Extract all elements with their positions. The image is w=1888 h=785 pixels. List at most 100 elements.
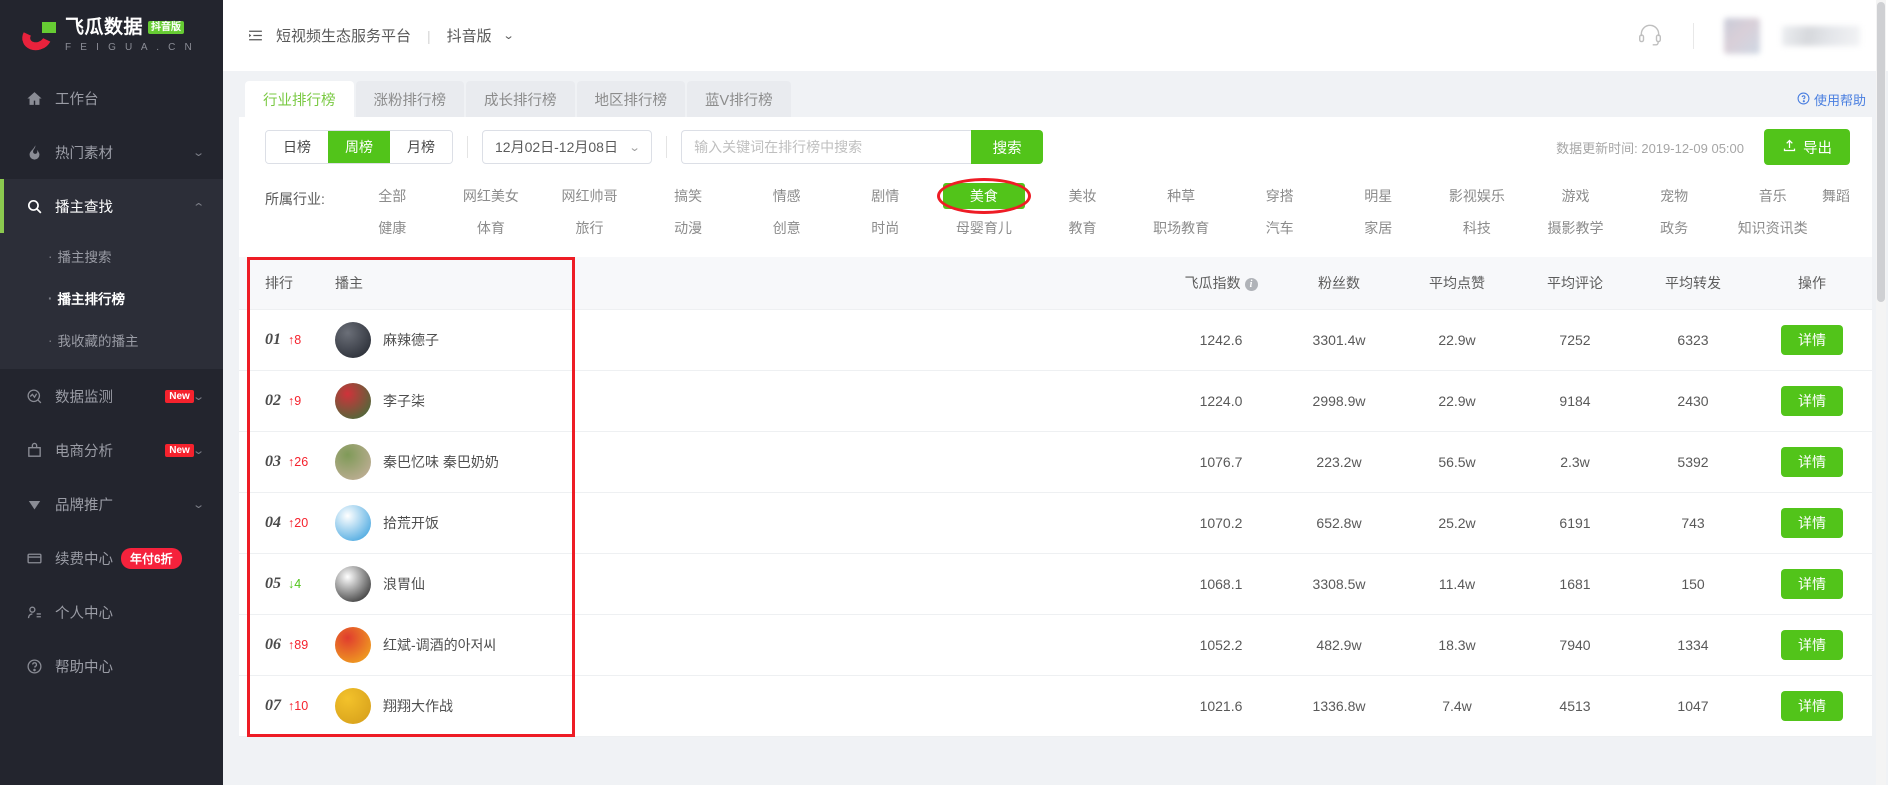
category-game[interactable]: 游戏 — [1526, 181, 1625, 211]
host-avatar[interactable] — [335, 382, 371, 419]
category-food[interactable]: 美食 — [936, 178, 1032, 214]
detail-button[interactable]: 详情 — [1781, 629, 1843, 660]
sidebar-item-host-search[interactable]: 播主查找 ⌄ — [0, 179, 223, 233]
col-header-avg-share[interactable]: 平均转发 — [1634, 257, 1752, 309]
category-parenting[interactable]: 母婴育儿 — [935, 213, 1034, 243]
cell-host[interactable]: 翔翔大作战 — [335, 675, 555, 737]
table-row[interactable]: 02 ↑9 李子柒 1224.0 2998.9w 22.9w 9184 2430 … — [239, 370, 1872, 432]
host-avatar[interactable] — [335, 504, 371, 541]
table-row[interactable]: 05 ↓4 浪胃仙 1068.1 3308.5w 11.4w 1681 150 详… — [239, 553, 1872, 615]
detail-button[interactable]: 详情 — [1781, 385, 1843, 416]
category-government[interactable]: 政务 — [1625, 213, 1724, 243]
category-celebrity[interactable]: 明星 — [1329, 181, 1428, 211]
headset-icon[interactable] — [1637, 21, 1663, 50]
sidebar-item-personal-center[interactable]: 个人中心 — [0, 585, 223, 639]
sidebar-item-host-ranking[interactable]: · 播主排行榜 — [0, 277, 223, 319]
tab-industry-ranking[interactable]: 行业排行榜 — [245, 81, 354, 117]
sidebar-item-host-lookup[interactable]: · 播主搜索 — [0, 235, 223, 277]
host-avatar[interactable] — [335, 321, 371, 358]
host-avatar[interactable] — [335, 565, 371, 602]
category-technology[interactable]: 科技 — [1428, 213, 1527, 243]
export-button[interactable]: 导出 — [1764, 129, 1850, 165]
host-avatar[interactable] — [335, 626, 371, 663]
table-row[interactable]: 04 ↑20 拾荒开饭 1070.2 652.8w 25.2w 6191 743 … — [239, 492, 1872, 554]
table-row[interactable]: 06 ↑89 红斌-调酒的아저씨 1052.2 482.9w 18.3w 7940… — [239, 614, 1872, 676]
host-name[interactable]: 秦巴忆味 秦巴奶奶 — [383, 452, 499, 472]
detail-button[interactable]: 详情 — [1781, 324, 1843, 355]
category-fashion[interactable]: 时尚 — [836, 213, 935, 243]
help-link[interactable]: 使用帮助 — [1797, 90, 1866, 109]
category-home[interactable]: 家居 — [1329, 213, 1428, 243]
detail-button[interactable]: 详情 — [1781, 446, 1843, 477]
category-anime[interactable]: 动漫 — [639, 213, 738, 243]
tab-fans-growth-ranking[interactable]: 涨粉排行榜 — [355, 81, 464, 117]
cell-host[interactable]: 红斌-调酒的아저씨 — [335, 614, 555, 676]
sidebar-item-help-center[interactable]: 帮助中心 — [0, 639, 223, 693]
col-header-host[interactable]: 播主 — [335, 257, 555, 309]
brand-logo[interactable]: 飞瓜数据 抖音版 F E I G U A . C N — [0, 0, 223, 71]
category-wanghong-beauty[interactable]: 网红美女 — [442, 181, 541, 211]
col-header-avg-like[interactable]: 平均点赞 — [1398, 257, 1516, 309]
category-education[interactable]: 教育 — [1033, 213, 1132, 243]
sidebar-item-data-monitor[interactable]: 数据监测 New ⌄ — [0, 369, 223, 423]
cell-host[interactable]: 浪胃仙 — [335, 553, 555, 615]
avatar[interactable] — [1724, 17, 1760, 54]
category-dance[interactable]: 舞蹈 — [1822, 181, 1850, 211]
scrollbar-thumb[interactable] — [1877, 2, 1885, 302]
category-emotion[interactable]: 情感 — [737, 181, 836, 211]
category-seeding[interactable]: 种草 — [1132, 181, 1231, 211]
table-row[interactable]: 03 ↑26 秦巴忆味 秦巴奶奶 1076.7 223.2w 56.5w 2.3w… — [239, 431, 1872, 493]
period-weekly-button[interactable]: 周榜 — [328, 131, 390, 163]
detail-button[interactable]: 详情 — [1781, 507, 1843, 538]
sidebar-item-hot-material[interactable]: 热门素材 ⌄ — [0, 125, 223, 179]
col-header-feigua-index[interactable]: 飞瓜指数 i — [1162, 257, 1280, 309]
search-input[interactable] — [681, 130, 972, 164]
category-film-entertainment[interactable]: 影视娱乐 — [1428, 181, 1527, 211]
search-button[interactable]: 搜索 — [971, 130, 1044, 164]
period-daily-button[interactable]: 日榜 — [266, 131, 328, 163]
tab-growth-ranking[interactable]: 成长排行榜 — [466, 81, 575, 117]
platform-version-selector[interactable]: 抖音版 — [447, 25, 492, 46]
category-automobile[interactable]: 汽车 — [1230, 213, 1329, 243]
category-comedy[interactable]: 搞笑 — [639, 181, 738, 211]
category-drama[interactable]: 剧情 — [836, 181, 935, 211]
category-wanghong-handsome[interactable]: 网红帅哥 — [540, 181, 639, 211]
cell-host[interactable]: 秦巴忆味 秦巴奶奶 — [335, 431, 555, 493]
category-all[interactable]: 全部 — [343, 181, 442, 211]
tab-region-ranking[interactable]: 地区排行榜 — [576, 81, 685, 117]
period-monthly-button[interactable]: 月榜 — [390, 131, 452, 163]
sidebar-item-favorite-hosts[interactable]: · 我收藏的播主 — [0, 319, 223, 361]
detail-button[interactable]: 详情 — [1781, 568, 1843, 599]
category-pet[interactable]: 宠物 — [1625, 181, 1724, 211]
host-name[interactable]: 拾荒开饭 — [383, 513, 439, 533]
sidebar-item-brand-promotion[interactable]: 品牌推广 ⌄ — [0, 477, 223, 531]
host-name[interactable]: 红斌-调酒的아저씨 — [383, 635, 496, 655]
col-header-avg-comment[interactable]: 平均评论 — [1516, 257, 1634, 309]
detail-button[interactable]: 详情 — [1781, 690, 1843, 721]
category-makeup[interactable]: 美妆 — [1033, 181, 1132, 211]
col-header-fans[interactable]: 粉丝数 — [1280, 257, 1398, 309]
host-name[interactable]: 麻辣德子 — [383, 330, 439, 350]
host-avatar[interactable] — [335, 687, 371, 724]
category-workplace-education[interactable]: 职场教育 — [1132, 213, 1231, 243]
table-row[interactable]: 01 ↑8 麻辣德子 1242.6 3301.4w 22.9w 7252 6323… — [239, 308, 1872, 371]
chevron-down-icon[interactable]: ⌄ — [502, 29, 514, 42]
sidebar-item-ecommerce-analysis[interactable]: 电商分析 New ⌄ — [0, 423, 223, 477]
category-sports[interactable]: 体育 — [442, 213, 541, 243]
tab-bluev-ranking[interactable]: 蓝V排行榜 — [687, 81, 791, 117]
date-range-picker[interactable]: 12月02日-12月08日 ⌄ — [482, 130, 653, 164]
table-row[interactable]: 07 ↑10 翔翔大作战 1021.6 1336.8w 7.4w 4513 104… — [239, 675, 1872, 737]
cell-host[interactable]: 拾荒开饭 — [335, 492, 555, 554]
category-outfit[interactable]: 穿搭 — [1230, 181, 1329, 211]
host-name[interactable]: 翔翔大作战 — [383, 696, 453, 716]
sidebar-item-workbench[interactable]: 工作台 — [0, 71, 223, 125]
cell-host[interactable]: 麻辣德子 — [335, 308, 555, 371]
info-icon[interactable]: i — [1244, 277, 1258, 291]
category-photography-teaching[interactable]: 摄影教学 — [1526, 213, 1625, 243]
col-header-rank[interactable]: 排行 — [239, 257, 335, 309]
host-avatar[interactable] — [335, 443, 371, 480]
host-name[interactable]: 李子柒 — [383, 391, 425, 411]
cell-host[interactable]: 李子柒 — [335, 370, 555, 432]
sidebar-item-renewal-center[interactable]: 续费中心 年付6折 — [0, 531, 223, 585]
category-travel[interactable]: 旅行 — [540, 213, 639, 243]
